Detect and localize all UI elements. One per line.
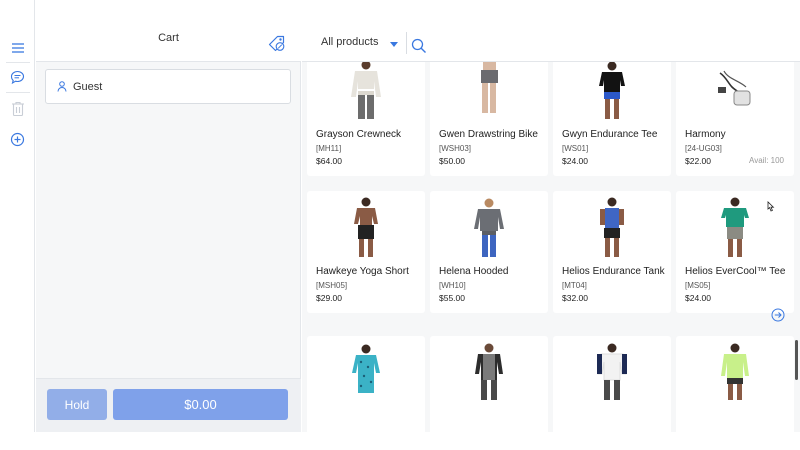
rail-divider — [6, 92, 30, 93]
product-card[interactable]: Helios Endurance Tank [MT04] $32.00 — [553, 191, 671, 313]
product-sku: [WH10] — [439, 281, 466, 290]
chevron-down-icon[interactable] — [390, 42, 398, 47]
product-image — [553, 191, 671, 263]
product-header: All products — [302, 0, 800, 62]
scrollbar-thumb[interactable] — [795, 340, 798, 380]
product-price: $55.00 — [439, 293, 465, 303]
product-price: $29.00 — [316, 293, 342, 303]
product-image — [430, 62, 548, 126]
product-sku: [24-UG03] — [685, 144, 722, 153]
product-card[interactable]: Gwyn Endurance Tee [WS01] $24.00 — [553, 62, 671, 176]
icon-rail — [0, 0, 35, 432]
product-sku: [WS01] — [562, 144, 589, 153]
product-name: Gwen Drawstring Bike — [439, 129, 538, 140]
customer-label: Guest — [73, 80, 103, 93]
discount-tag-icon[interactable] — [267, 34, 287, 54]
product-card[interactable]: Harmony [24-UG03] $22.00 Avail: 100 — [676, 62, 794, 176]
menu-icon[interactable] — [7, 37, 28, 58]
product-name: Grayson Crewneck — [316, 129, 402, 140]
product-price: $50.00 — [439, 156, 465, 166]
cart-panel: Cart Guest Hold $0.00 — [36, 0, 301, 432]
category-filter[interactable]: All products — [321, 36, 378, 48]
product-image — [430, 191, 548, 263]
cart-title: Cart — [158, 32, 179, 44]
product-image — [676, 336, 794, 408]
product-image — [553, 336, 671, 408]
product-name: Hawkeye Yoga Short — [316, 266, 409, 277]
product-sku: [MS05] — [685, 281, 711, 290]
pay-total-button[interactable]: $0.00 — [113, 389, 288, 420]
rail-divider — [6, 62, 30, 63]
product-name: Helios Endurance Tank — [562, 266, 665, 277]
product-image — [307, 191, 425, 263]
cart-header: Cart — [36, 0, 301, 62]
page-bottom-strip — [0, 432, 800, 450]
product-sku: [MT04] — [562, 281, 587, 290]
product-sku: [MH11] — [316, 144, 342, 153]
product-price: $32.00 — [562, 293, 588, 303]
product-card[interactable]: Helena Hooded [WH10] $55.00 — [430, 191, 548, 313]
product-card[interactable]: Grayson Crewneck [MH11] $64.00 — [307, 62, 425, 176]
product-sku: [WSH03] — [439, 144, 472, 153]
trash-icon[interactable] — [7, 98, 28, 119]
product-name: Helena Hooded — [439, 266, 509, 277]
product-area: All products Grayson Crewneck [MH11] $64… — [302, 0, 800, 432]
header-divider — [406, 32, 407, 54]
search-icon[interactable] — [410, 37, 428, 55]
product-card[interactable]: Gwen Drawstring Bike [WSH03] $50.00 — [430, 62, 548, 176]
product-price: $24.00 — [562, 156, 588, 166]
product-name: Harmony — [685, 129, 726, 140]
product-card[interactable] — [676, 336, 794, 432]
product-image — [307, 62, 425, 126]
category-filter-label: All products — [321, 36, 379, 48]
product-image — [676, 62, 794, 126]
hold-button[interactable]: Hold — [47, 389, 107, 420]
product-image — [553, 62, 671, 126]
product-price: $64.00 — [316, 156, 342, 166]
product-card[interactable] — [430, 336, 548, 432]
product-image — [676, 191, 794, 263]
product-price: $22.00 — [685, 156, 711, 166]
mouse-cursor-icon — [766, 200, 776, 212]
arrow-right-circle-icon[interactable] — [771, 308, 785, 322]
comment-icon[interactable] — [7, 67, 28, 88]
customer-selector[interactable]: Guest — [45, 69, 291, 104]
product-image — [430, 336, 548, 408]
product-image — [307, 336, 425, 408]
product-card[interactable]: Helios EverCool™ Tee [MS05] $24.00 — [676, 191, 794, 322]
add-circle-icon[interactable] — [7, 129, 28, 150]
pos-app: Cart Guest Hold $0.00 All products Grays… — [0, 0, 800, 432]
user-icon — [57, 81, 67, 92]
product-grid: Grayson Crewneck [MH11] $64.00 Gwen Draw… — [302, 62, 800, 432]
product-name: Helios EverCool™ Tee — [685, 266, 786, 277]
cart-footer: Hold $0.00 — [36, 378, 301, 432]
product-availability: Avail: 100 — [749, 156, 784, 165]
product-card[interactable] — [553, 336, 671, 432]
product-sku: [MSH05] — [316, 281, 348, 290]
product-name: Gwyn Endurance Tee — [562, 129, 658, 140]
product-card[interactable]: Hawkeye Yoga Short [MSH05] $29.00 — [307, 191, 425, 313]
product-price: $24.00 — [685, 293, 711, 303]
product-card[interactable] — [307, 336, 425, 432]
